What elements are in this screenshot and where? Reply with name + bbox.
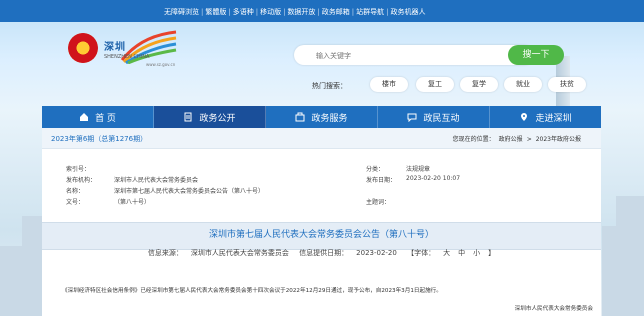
meta-value: 深圳市第七届人民代表大会常务委员会公告（第八十号） [114,188,265,195]
meta-label: 主题词： [366,199,391,206]
nav-services[interactable]: 政务服务 [266,106,378,128]
breadcrumb-item[interactable]: 政府公报 [499,136,523,143]
meta-label: 文号： [66,199,85,206]
nav-home[interactable]: 首 页 [42,106,154,128]
top-link[interactable]: 站群导航 [356,8,384,16]
document-body: 《深圳经济特区社会信用条例》已经深圳市第七届人民代表大会常务委员会第十四次会议于… [62,288,442,294]
breadcrumb-prefix: 您现在的位置： [452,136,495,143]
nav-services-label: 政务服务 [311,113,348,124]
top-link-separator: | [283,8,286,16]
nav-interaction-label: 政民互动 [423,113,460,124]
meta-value: 深圳市人民代表大会常务委员会 [114,177,199,184]
breadcrumb-item[interactable]: 2023年政府公报 [536,136,581,143]
font-size-small[interactable]: 小 [473,249,480,257]
top-link[interactable]: 数据开放 [287,8,315,16]
meta-label: 发布机构： [66,177,97,184]
top-link-separator: | [351,8,355,16]
document-signature: 深圳市人民代表大会常务委员会 [514,306,593,312]
meta-value: 2023-02-20 10:07 [406,175,461,182]
site-logo-subtitle: SHENZHEN CHINA [104,54,150,60]
nav-gov-affairs-label: 政务公开 [199,113,236,124]
document-title: 深圳市第七届人民代表大会常务委员会公告（第八十号） [208,230,434,240]
issue-number: 2023年第6期（总第1276期） [51,135,148,143]
chat-icon [407,113,417,122]
top-links: 无障碍浏览 | 繁體版 | 多语种 | 移动版 | 数据开放 | 政务邮箱 | 站群导航 | 政务机器人 [164,7,428,17]
nav-home-label: 首 页 [95,113,116,124]
font-size-close: 】 [488,249,496,257]
provided-label: 信息提供日期： [299,249,349,257]
main-nav: 首 页 政务公开 政务服务 政民互动 走进深圳 [42,106,601,128]
top-link[interactable]: 政务邮箱 [322,8,350,16]
national-emblem-icon [68,33,98,63]
top-link-separator: | [228,8,231,16]
top-link[interactable]: 政务机器人 [391,8,426,16]
meta-label: 索引号： [66,166,91,173]
top-link[interactable]: 多语种 [233,8,254,16]
meta-label: 发布日期： [366,177,397,184]
issue-bar: 2023年第6期（总第1276期） 您现在的位置： 政府公报 >2023年政府公报 [42,128,601,149]
document-icon [184,112,192,122]
site-url: www.sz.gov.cn [146,62,176,67]
meta-value: 法规规章 [406,166,431,173]
meta-value: （第八十号） [114,199,151,206]
document-metadata: 索引号： 分类： 法规规章 发布机构： 深圳市人民代表大会常务委员会 发布日期：… [66,164,576,208]
top-link-separator: | [386,8,389,16]
hot-search-label: 热门搜索： [312,82,347,90]
top-link-separator: | [201,8,204,16]
search-box [294,45,534,67]
hot-tag-jiuye[interactable]: 就业 [504,77,542,92]
meta-label: 名称： [66,188,85,195]
service-icon [295,112,305,122]
nav-interaction[interactable]: 政民互动 [378,106,490,128]
breadcrumb: 您现在的位置： 政府公报 >2023年政府公报 [452,136,581,143]
hot-tag-fupin[interactable]: 扶贫 [548,77,586,92]
location-icon [521,113,528,121]
source-label: 信息来源： [147,249,183,257]
search-input[interactable] [314,45,498,67]
provided-value: 2023-02-20 [356,249,397,257]
hot-tag-fugong[interactable]: 复工 [416,77,454,92]
search-button[interactable]: 搜一下 [508,45,564,65]
site-logo-text: 深圳 [104,42,126,53]
nav-about-label: 走进深圳 [535,113,572,124]
top-link-separator: | [317,8,320,16]
home-icon [80,113,89,121]
font-size-large[interactable]: 大 [443,249,450,257]
font-size-medium[interactable]: 中 [458,249,465,257]
top-link[interactable]: 移动版 [260,8,281,16]
top-utility-bar: 无障碍浏览 | 繁體版 | 多语种 | 移动版 | 数据开放 | 政务邮箱 | 站群导航 | 政务机器人 [0,0,644,22]
content-panel: 2023年第6期（总第1276期） 您现在的位置： 政府公报 >2023年政府公报 … [42,128,601,316]
hot-tag-loushi[interactable]: 楼市 [370,77,408,92]
source-value: 深圳市人民代表大会常务委员会 [190,249,289,257]
top-link-separator: | [255,8,259,16]
nav-about[interactable]: 走进深圳 [490,106,601,128]
top-link[interactable]: 无障碍浏览 [164,8,199,16]
font-size-label: 【字体： [407,249,436,257]
hot-tag-fuxue[interactable]: 复学 [460,77,498,92]
meta-label: 分类： [366,166,385,173]
document-info: 信息来源： 深圳市人民代表大会常务委员会 信息提供日期： 2023-02-20 【字… [42,248,601,258]
nav-gov-affairs[interactable]: 政务公开 [154,106,266,128]
top-link[interactable]: 繁體版 [205,8,226,16]
